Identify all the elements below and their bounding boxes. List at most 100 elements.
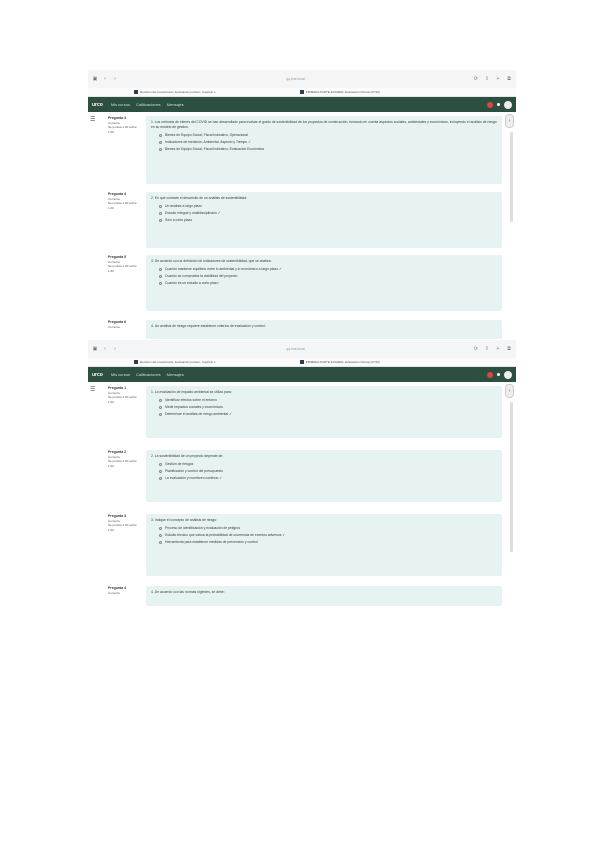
collapse-icon[interactable]: ‹ [505,114,514,128]
sidebar-icon[interactable]: ▣ [92,76,98,82]
notification-icon[interactable] [487,371,493,378]
url-text: qq.lms.local [286,347,305,351]
tab-exam[interactable]: PRIMERA PARTE EXAMEN: Evaluación Parcial… [299,360,380,364]
option[interactable]: Gestión de riesgos [159,462,497,467]
nav-grades[interactable]: Calificaciones [136,102,161,107]
tabs-icon[interactable]: ⧉ [506,346,512,352]
brand-logo[interactable]: urco [92,372,103,378]
avatar[interactable] [504,100,512,109]
question-info: Pregunta 1 Correcta Se puntúa 1,00 sobre… [108,386,142,438]
tab-quiz-review[interactable]: Revisión del cuestionario: Evaluación pa… [134,90,216,94]
forward-icon[interactable]: › [112,346,118,352]
sidebar-icon[interactable]: ▣ [92,346,98,352]
radio-icon [159,275,162,278]
question-text: 3. De acuerdo con la definición de indic… [151,259,272,263]
option[interactable]: La evaluación y monitoreo continuo ✓ [159,476,497,481]
question-block: Pregunta 3 Correcta Se puntúa 1,00 sobre… [108,116,502,184]
question-box: 4. Un análisis de riesgo requiere establ… [146,320,502,339]
question-text: 1. La evaluación de impacto ambiental se… [151,390,232,394]
tab-title: Revisión del cuestionario: Evaluación pa… [140,90,216,94]
radio-icon [159,527,162,530]
question-score: Se puntúa 1,00 sobre 1,00 [108,201,137,210]
tab-quiz-review[interactable]: Revisión del cuestionario: Evaluación pa… [134,360,216,364]
new-tab-icon[interactable]: + [495,346,501,352]
notification-icon[interactable] [487,101,493,108]
question-text: 3. Indique el concepto de análisis de ri… [151,518,217,522]
status-dot-icon [497,103,500,106]
menu-icon[interactable]: ☰ [90,116,95,123]
brand-logo[interactable]: urco [92,102,103,108]
option[interactable]: Medir impactos sociales y económicos [159,405,497,410]
tabs-icon[interactable]: ⧉ [506,76,512,82]
nav-grades[interactable]: Calificaciones [136,372,161,377]
question-block: Pregunta 2 Correcta Se puntúa 1,00 sobre… [108,450,502,502]
favicon-icon [299,90,304,94]
address-bar[interactable]: qq.lms.local [122,347,469,351]
option[interactable]: Cuando se comprueba la viabilidad del pr… [159,274,497,279]
address-bar[interactable]: qq.lms.local [122,77,469,81]
radio-icon [159,470,162,473]
share-icon[interactable]: ⇧ [484,76,490,82]
nav-my-courses[interactable]: Mis cursos [111,102,130,107]
app-header: urco Mis cursos Calificaciones Mensajes [88,97,516,112]
avatar[interactable] [504,370,512,379]
nav-messages[interactable]: Mensajes [167,102,184,107]
option[interactable]: Herramienta para establecer medidas de p… [159,540,497,545]
favicon-icon [134,360,138,364]
option[interactable]: Proceso de identificación y evaluación d… [159,526,497,531]
option[interactable]: Bienes de Equipo Social, Fiscal Indicati… [159,133,497,138]
question-box: 2. La sostenibilidad de un proyecto depe… [146,450,502,502]
quiz-content: ☰ ‹ Pregunta 1 Correcta Se puntúa 1,00 s… [88,382,516,609]
question-info: Pregunta 4 Correcta Se puntúa 1,00 sobre… [108,192,142,248]
browser-toolbar: ▣ ‹ › qq.lms.local ⟳ ⇧ + ⧉ [88,340,516,358]
question-state: Correcta [108,324,120,329]
option[interactable]: Determinar el análisis de riesgo ambient… [159,412,497,417]
reload-icon[interactable]: ⟳ [473,76,479,82]
option[interactable]: Planificación y control del presupuesto [159,469,497,474]
option[interactable]: Cuando es un estudio a corto plazo [159,281,497,286]
question-box: 4. De acuerdo con las normas vigentes, s… [146,586,502,606]
nav-messages[interactable]: Mensajes [167,372,184,377]
tab-exam[interactable]: PRIMERA PARTE EXAMEN: Evaluación Parcial… [299,90,380,94]
status-dot-icon [497,373,500,376]
question-text: 2. La sostenibilidad de un proyecto depe… [151,454,224,458]
question-score: Se puntúa 1,00 sobre 1,00 [108,125,137,134]
quiz-content: ☰ ‹ Pregunta 3 Correcta Se puntúa 1,00 s… [88,112,516,339]
option[interactable]: Solo a corto plazo [159,218,497,223]
tab-strip: Revisión del cuestionario: Evaluación pa… [88,88,516,97]
radio-icon [159,477,162,480]
question-box: 1. Los métodos de interés del COVID se h… [146,116,502,184]
back-icon[interactable]: ‹ [102,346,108,352]
question-block: Pregunta 4 Correcta 4. De acuerdo con la… [108,586,502,606]
share-icon[interactable]: ⇧ [484,346,490,352]
radio-icon [159,463,162,466]
browser-toolbar: ▣ ‹ › qq.lms.local ⟳ ⇧ + ⧉ [88,70,516,88]
option[interactable]: Estudio integral y multidisciplinario ✓ [159,211,497,216]
question-score: Se puntúa 1,00 sobre 1,00 [108,264,137,273]
question-block: Pregunta 1 Correcta Se puntúa 1,00 sobre… [108,386,502,438]
collapse-icon[interactable]: ‹ [505,384,514,398]
question-info: Pregunta 2 Correcta Se puntúa 1,00 sobre… [108,450,142,502]
option[interactable]: Cuando mantiene equilibrio entre lo ambi… [159,267,497,272]
tab-title: PRIMERA PARTE EXAMEN: Evaluación Parcial… [305,360,380,364]
option[interactable]: Identificar efectos sobre el entorno [159,398,497,403]
radio-icon [159,541,162,544]
option[interactable]: Indicadores de medición, Ambiental, Aspe… [159,140,497,145]
option[interactable]: Estudio técnico que valora la probabilid… [159,533,497,538]
radio-icon [159,205,162,208]
radio-icon [159,406,162,409]
question-info: Pregunta 6 Correcta [108,320,142,339]
option[interactable]: Un análisis a largo plazo [159,204,497,209]
reload-icon[interactable]: ⟳ [473,346,479,352]
app-header: urco Mis cursos Calificaciones Mensajes [88,367,516,382]
menu-icon[interactable]: ☰ [90,386,95,393]
option[interactable]: Bienes de Equipo Social, Fiscal Indicati… [159,147,497,152]
back-icon[interactable]: ‹ [102,76,108,82]
question-box: 3. De acuerdo con la definición de indic… [146,255,502,311]
forward-icon[interactable]: › [112,76,118,82]
scrollbar[interactable] [510,132,513,222]
scrollbar[interactable] [510,402,513,552]
nav-my-courses[interactable]: Mis cursos [111,372,130,377]
new-tab-icon[interactable]: + [495,76,501,82]
radio-icon [159,212,162,215]
